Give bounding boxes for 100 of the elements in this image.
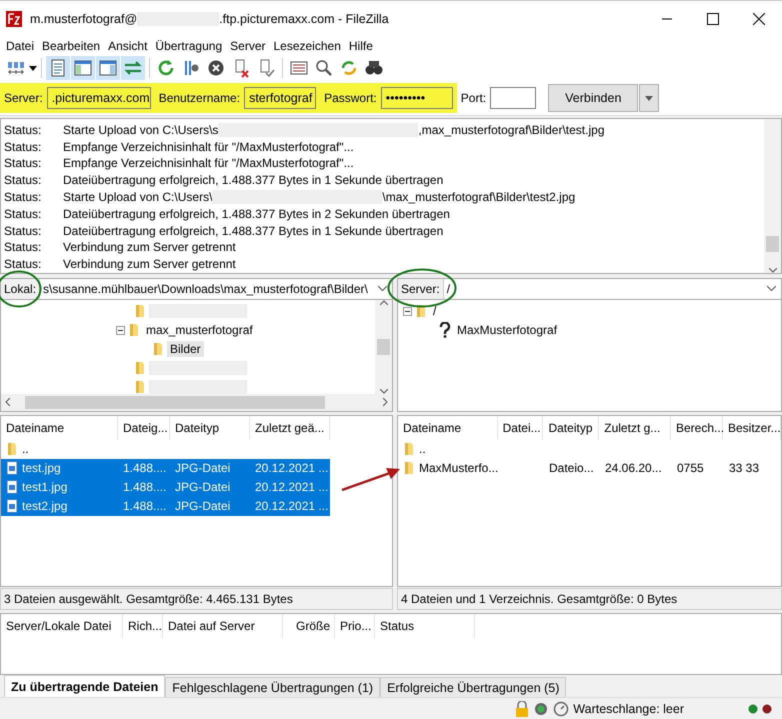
input-field[interactable]: .picturemaxx.com: [46, 87, 151, 110]
log-label: Status:: [3, 257, 42, 272]
log-label: Status:: [3, 190, 42, 204]
scrollbar[interactable]: [764, 119, 781, 273]
status-light-icon: [762, 704, 772, 714]
column-header[interactable]: Dateityp: [170, 416, 250, 440]
lock-icon: [515, 700, 530, 717]
connect-button[interactable]: Verbinden: [548, 84, 638, 112]
image-file-icon: [6, 480, 18, 494]
log-message: Verbindung zum Server getrennt: [63, 257, 236, 272]
column-header[interactable]: Größe: [283, 614, 335, 638]
table-cell-text: Dateio...: [548, 460, 595, 478]
menu-item[interactable]: Übertragung: [151, 38, 226, 53]
column-header[interactable]: Dateiname: [398, 416, 498, 440]
log-label: Status:: [3, 156, 42, 170]
log-message: Dateiübertragung erfolgreich, 1.488.377 Bytes in 1 Sekunde übertragen: [63, 173, 444, 188]
status-light-icon: [748, 704, 758, 714]
column-header[interactable]: Besitzer...: [723, 416, 781, 440]
window-title: .ftp.picturemaxx.com - FileZilla: [219, 12, 389, 26]
column-header[interactable]: Datei auf Server: [163, 614, 283, 638]
menu-item[interactable]: Ansicht: [104, 38, 152, 53]
column-header[interactable]: Dateityp: [543, 416, 600, 440]
folder-icon: [152, 342, 164, 356]
column-header[interactable]: Rich...: [123, 614, 163, 638]
window-title: m.musterfotograf@: [30, 12, 138, 26]
folder-icon: [134, 304, 146, 318]
input-field[interactable]: [490, 87, 536, 110]
minimize-icon: [662, 18, 672, 20]
tree-item[interactable]: Bilder: [167, 341, 204, 358]
log-label: Status:: [3, 140, 42, 154]
menu-item[interactable]: Server: [226, 38, 270, 53]
log-message: Empfange Verzeichnisinhalt für "/MaxMusterfotograf"...: [63, 156, 354, 170]
table-cell: 20.12.2021 ...: [250, 478, 330, 497]
column-header[interactable]: Datei...: [498, 416, 544, 440]
tab[interactable]: Fehlgeschlagene Übertragungen (1): [165, 677, 380, 698]
tab[interactable]: Zu übertragende Dateien: [4, 675, 166, 698]
scrollbar[interactable]: [375, 300, 392, 394]
scroll-left-icon[interactable]: [5, 398, 10, 406]
tree-item[interactable]: max_musterfotograf: [143, 322, 256, 338]
question-icon: [439, 322, 451, 338]
scroll-down-icon[interactable]: [380, 388, 388, 394]
scrollbar[interactable]: [1, 394, 392, 411]
table-cell: 20.12.2021 ...: [250, 496, 330, 516]
column-header[interactable]: Berech...: [671, 416, 723, 440]
input-field[interactable]: sterfotograf: [244, 87, 316, 110]
file-name-cell[interactable]: ..: [398, 440, 498, 459]
folder-icon: [403, 461, 415, 476]
table-cell: 1.488....: [118, 478, 170, 497]
file-name-cell[interactable]: MaxMusterfo...: [398, 458, 498, 478]
caret-icon: [645, 96, 654, 101]
scroll-thumb[interactable]: [766, 236, 779, 252]
table-cell: JPG-Datei: [170, 458, 250, 478]
folder-icon: [134, 361, 146, 376]
column-header[interactable]: Status: [375, 614, 475, 638]
tab[interactable]: Erfolgreiche Übertragungen (5): [380, 677, 566, 698]
menu-item[interactable]: Hilfe: [344, 38, 377, 53]
queue-status: Warteschlange: leer: [573, 702, 684, 716]
transfer-arrows-icon[interactable]: [121, 56, 145, 80]
table-cell: 1.488....: [118, 458, 170, 478]
tree-view-icon[interactable]: [71, 56, 95, 80]
column-header[interactable]: Zuletzt geä...: [250, 416, 330, 440]
file-name-cell[interactable]: ..: [1, 440, 118, 459]
image-file-icon: [6, 499, 18, 514]
file-name-cell[interactable]: test.jpg: [1, 458, 118, 478]
folder-icon: [6, 442, 18, 456]
column-header[interactable]: Zuletzt g...: [599, 416, 671, 440]
field-label: Passwort:: [324, 91, 377, 106]
collapse-icon[interactable]: [116, 326, 125, 335]
panel-view-icon[interactable]: [96, 56, 120, 80]
tree-item[interactable]: MaxMusterfotograf: [454, 322, 560, 338]
password-field[interactable]: •••••••••: [380, 87, 453, 110]
file-name-cell[interactable]: test1.jpg: [1, 478, 118, 497]
table-cell: JPG-Datei: [170, 478, 250, 497]
dropdown-button[interactable]: [639, 84, 660, 112]
log-message: Starte Upload von C:\Users\: [63, 190, 212, 204]
table-cell: 1.488....: [118, 496, 170, 516]
caret-icon[interactable]: [29, 66, 37, 71]
log-message: ,max_musterfotograf\Bilder\test.jpg: [418, 122, 604, 137]
pane-status: 3 Dateien ausgewählt. Gesamtgröße: 4.465.131 Bytes: [0, 588, 393, 610]
image-file-icon: [6, 461, 18, 476]
menu-item[interactable]: Bearbeiten: [38, 38, 104, 53]
scroll-down-icon[interactable]: [768, 268, 776, 273]
collapse-icon[interactable]: [403, 306, 412, 316]
log-label: Status:: [3, 122, 42, 137]
scroll-thumb[interactable]: [377, 338, 390, 355]
table-cell: 20.12.2021 ...: [250, 458, 330, 478]
column-header[interactable]: Dateiname: [1, 416, 118, 440]
table-cell-text: 33 33: [728, 460, 760, 478]
scroll-right-icon[interactable]: [383, 398, 388, 406]
log-view-icon[interactable]: [46, 56, 70, 80]
column-header[interactable]: Dateig...: [118, 416, 170, 440]
speed-icon: [553, 700, 570, 717]
menu-item[interactable]: Lesezeichen: [269, 38, 345, 53]
tree-item[interactable]: /: [430, 303, 440, 320]
file-name-cell[interactable]: test2.jpg: [1, 496, 118, 516]
column-header[interactable]: Server/Lokale Datei: [1, 614, 123, 638]
scroll-up-icon[interactable]: [380, 300, 388, 305]
scroll-thumb[interactable]: [24, 396, 324, 409]
column-header[interactable]: Prio...: [335, 614, 375, 638]
menu-item[interactable]: Datei: [2, 38, 38, 53]
